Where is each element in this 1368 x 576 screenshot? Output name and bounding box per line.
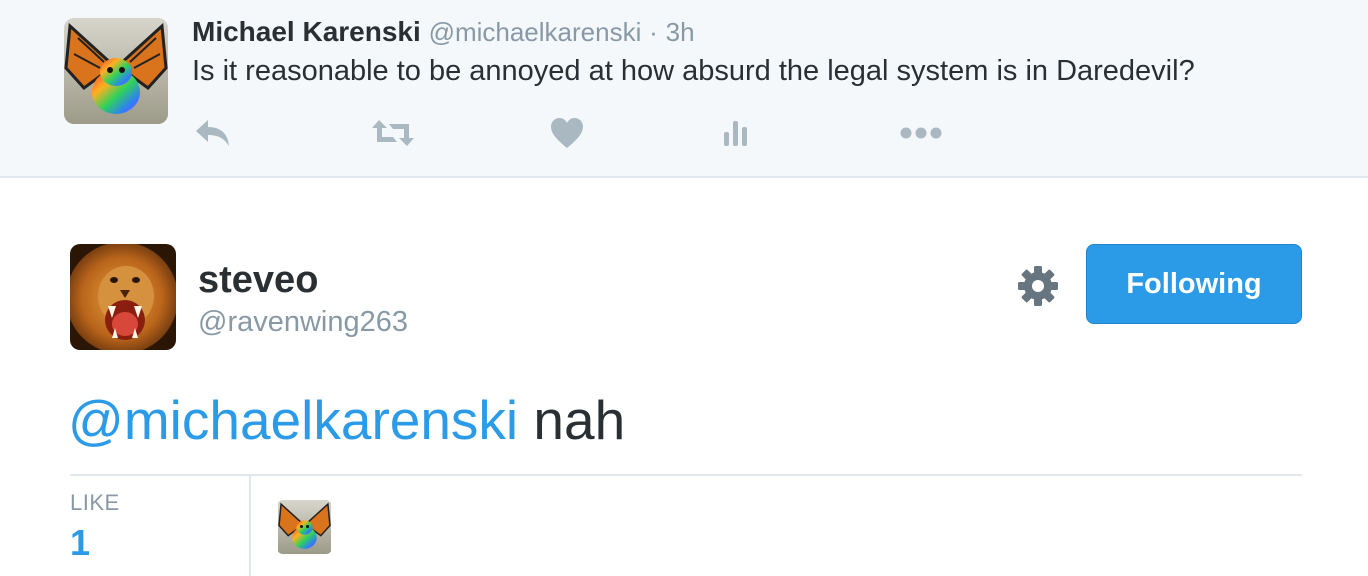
author-display-name[interactable]: steveo xyxy=(198,258,318,302)
parent-avatar[interactable] xyxy=(64,18,168,124)
retweet-icon xyxy=(372,120,414,146)
gear-icon xyxy=(1018,266,1058,306)
following-button[interactable]: Following xyxy=(1086,244,1302,324)
parent-tweet-time[interactable]: 3h xyxy=(666,17,695,47)
author-username[interactable]: @ravenwing263 xyxy=(198,304,408,340)
retweet-button[interactable] xyxy=(370,114,416,152)
stats-divider-vertical xyxy=(249,476,251,576)
like-stat-count[interactable]: 1 xyxy=(70,522,90,564)
more-icon xyxy=(900,127,942,139)
butterfly-creature-avatar-image xyxy=(64,18,168,124)
tweet-text: @michaelkarenski nah xyxy=(68,388,625,452)
heart-icon xyxy=(551,118,583,148)
liker-avatar[interactable] xyxy=(277,500,332,554)
mention-link[interactable]: @michaelkarenski xyxy=(68,389,518,451)
like-stat-label[interactable]: LIKE xyxy=(70,490,120,516)
reply-icon xyxy=(196,120,229,146)
more-button[interactable] xyxy=(898,114,944,152)
author-avatar[interactable] xyxy=(70,244,176,350)
like-button[interactable] xyxy=(548,114,586,152)
parent-tweet[interactable]: Michael Karenski @michaelkarenski · 3h I… xyxy=(0,0,1368,178)
analytics-button[interactable] xyxy=(720,114,752,152)
settings-button[interactable] xyxy=(1016,264,1060,308)
stats-divider-top xyxy=(70,474,1302,476)
parent-author-handle[interactable]: @michaelkarenski xyxy=(429,17,642,47)
lion-avatar-image xyxy=(70,244,176,350)
tweet-body: nah xyxy=(518,389,626,451)
parent-tweet-text: Is it reasonable to be annoyed at how ab… xyxy=(192,55,1195,87)
butterfly-creature-avatar-image xyxy=(278,500,331,554)
header-separator: · xyxy=(649,17,658,47)
parent-author-name[interactable]: Michael Karenski xyxy=(192,16,421,47)
analytics-icon xyxy=(724,121,747,146)
reply-button[interactable] xyxy=(192,114,234,152)
parent-tweet-header: Michael Karenski @michaelkarenski · 3h xyxy=(192,14,695,50)
